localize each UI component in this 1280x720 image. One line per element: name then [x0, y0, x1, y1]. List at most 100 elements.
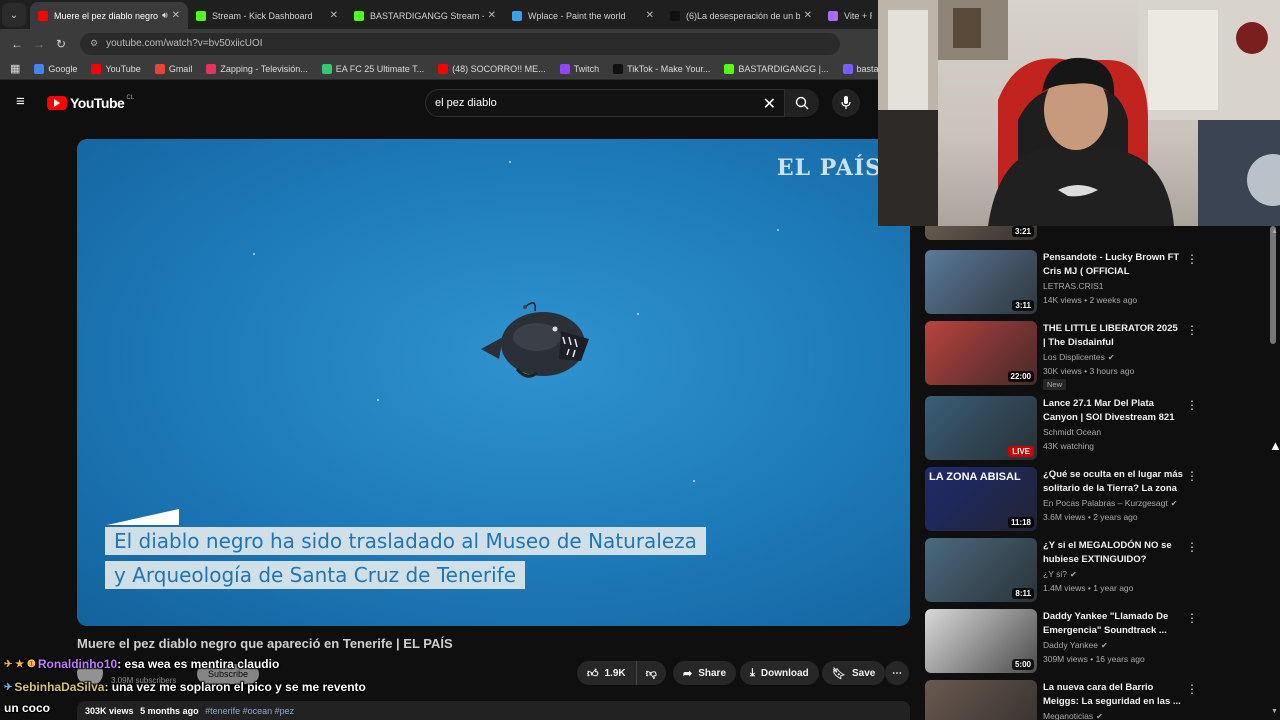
more-actions-button[interactable]: ⋯	[885, 661, 909, 685]
close-tab-icon[interactable]: ✕	[172, 10, 180, 21]
forward-icon[interactable]: →	[28, 37, 50, 51]
more-vertical-icon[interactable]: ⋮	[1186, 398, 1198, 412]
recommended-video-title[interactable]: THE LITTLE LIBERATOR 2025 | The Disdainf…	[1043, 322, 1183, 350]
recommended-video[interactable]: LA ZONA ABISAL 11:18 ¿Qué se oculta en el …	[924, 467, 1264, 531]
recommended-channel[interactable]: Meganoticias ✔	[1043, 711, 1103, 720]
recommended-video-title[interactable]: Lance 27.1 Mar Del Plata Canyon | SOI Di…	[1043, 397, 1183, 425]
description-box[interactable]: 303K views 5 months ago #tenerife #ocean…	[77, 701, 910, 720]
search-button[interactable]	[785, 89, 819, 117]
video-thumbnail[interactable]	[925, 680, 1037, 720]
page-scrollbar-thumb[interactable]	[1270, 226, 1276, 344]
search-input[interactable]: el pez diablo ✕	[425, 89, 785, 117]
voice-search-button[interactable]	[832, 89, 860, 117]
bookmark-label: TikTok - Make Your...	[627, 63, 711, 74]
apps-grid-icon[interactable]: ▦	[10, 62, 20, 75]
bookmark-item[interactable]: YouTube	[91, 63, 141, 74]
video-thumbnail[interactable]: LA ZONA ABISAL 11:18	[925, 467, 1037, 531]
like-button[interactable]: 👍︎ 1.9K	[577, 661, 636, 685]
recommended-video-title[interactable]: Pensandote - Lucky Brown FT Cris MJ ( OF…	[1043, 251, 1183, 279]
recommended-video[interactable]: 5:00 Daddy Yankee "Llamado De Emergencia"…	[924, 609, 1264, 673]
address-bar[interactable]: ⚙ youtube.com/watch?v=bv50xiicUOI	[80, 32, 840, 55]
tab-search-button[interactable]: ⌄	[2, 3, 26, 27]
browser-tab[interactable]: Wplace - Paint the world ✕	[504, 2, 662, 29]
recommended-channel[interactable]: En Pocas Palabras – Kurzgesagt ✔	[1043, 498, 1177, 508]
bookmark-item[interactable]: Twitch	[559, 63, 599, 74]
live-badge: LIVE	[1008, 446, 1034, 457]
bookmark-favicon-icon	[321, 63, 332, 74]
tab-title: (6)La desesperación de un buz	[686, 10, 800, 21]
more-vertical-icon[interactable]: ⋮	[1186, 611, 1198, 625]
browser-tab[interactable]: Muere el pez diablo negro 🔊︎ ✕	[30, 2, 188, 29]
more-vertical-icon[interactable]: ⋮	[1186, 682, 1198, 696]
new-badge: New	[1043, 379, 1067, 390]
close-tab-icon[interactable]: ✕	[330, 10, 338, 21]
recommended-video[interactable]: LIVE Lance 27.1 Mar Del Plata Canyon | SO…	[924, 396, 1264, 460]
video-thumbnail[interactable]: 3:21	[925, 226, 1037, 240]
bookmark-item[interactable]: Gmail	[154, 63, 192, 74]
scroll-down-icon[interactable]: ▼	[1271, 708, 1278, 715]
dislike-button[interactable]: 👎︎	[635, 661, 666, 685]
back-icon[interactable]: ←	[6, 37, 28, 51]
particle	[693, 480, 695, 482]
video-thumbnail[interactable]: 22:00	[925, 321, 1037, 385]
like-dislike-group: 👍︎ 1.9K 👎︎	[577, 661, 666, 685]
share-label: Share	[698, 667, 727, 679]
bookmark-item[interactable]: Google	[34, 63, 77, 74]
more-vertical-icon[interactable]: ⋮	[1186, 323, 1198, 337]
recommended-video-title[interactable]: ¿Y si el MEGALODÓN NO se hubiese EXTINGU…	[1043, 539, 1183, 567]
video-duration: 3:11	[1012, 300, 1034, 311]
recommended-video[interactable]: 3:2112M views • 2 years ago	[924, 226, 1264, 240]
browser-tab[interactable]: (6)La desesperación de un buz ✕	[662, 2, 820, 29]
close-tab-icon[interactable]: ✕	[488, 10, 496, 21]
hashtags[interactable]: #tenerife #ocean #pez	[205, 706, 294, 716]
browser-tab[interactable]: Vite + Rea	[820, 2, 880, 29]
recommended-channel[interactable]: Schmidt Ocean	[1043, 427, 1101, 437]
video-thumbnail[interactable]: 3:11	[925, 250, 1037, 314]
bookmark-favicon-icon	[34, 63, 45, 74]
more-vertical-icon[interactable]: ⋮	[1186, 540, 1198, 554]
tab-audio-icon[interactable]: 🔊︎	[162, 10, 168, 21]
particle	[509, 161, 511, 163]
clear-search-icon[interactable]: ✕	[763, 94, 776, 114]
recommended-video[interactable]: 22:00 THE LITTLE LIBERATOR 2025 | The Dis…	[924, 321, 1264, 390]
bookmark-item[interactable]: Zapping - Televisión...	[206, 63, 308, 74]
tab-title: BASTARDIGANGG Stream - Wa	[370, 10, 484, 21]
recommended-channel[interactable]: Los Displicentes ✔	[1043, 352, 1115, 362]
reload-icon[interactable]: ↻	[50, 37, 72, 51]
recommended-video-title[interactable]: ¿Qué se oculta en el lugar más solitario…	[1043, 468, 1183, 496]
close-tab-icon[interactable]: ✕	[804, 10, 812, 21]
recommended-video-title[interactable]: Daddy Yankee "Llamado De Emergencia" Sou…	[1043, 610, 1183, 638]
browser-tab[interactable]: BASTARDIGANGG Stream - Wa ✕	[346, 2, 504, 29]
video-thumbnail[interactable]: 5:00	[925, 609, 1037, 673]
recommended-video[interactable]: La nueva cara del Barrio Meiggs: La segu…	[924, 680, 1264, 720]
video-thumbnail[interactable]: LIVE	[925, 396, 1037, 460]
chat-badges: ✈	[4, 681, 13, 693]
youtube-logo[interactable]: YouTube CL	[47, 95, 134, 111]
recommended-video-title[interactable]: La nueva cara del Barrio Meiggs: La segu…	[1043, 681, 1183, 709]
menu-icon[interactable]: ≡	[16, 94, 32, 109]
recommended-video[interactable]: 8:11 ¿Y si el MEGALODÓN NO se hubiese EXT…	[924, 538, 1264, 602]
download-button[interactable]: ⤓ Download	[740, 661, 819, 685]
recommended-channel[interactable]: ¿Y si? ✔	[1043, 569, 1077, 579]
share-button[interactable]: ➦ Share	[673, 661, 737, 685]
bookmark-item[interactable]: BASTARDIGANGG |...	[724, 63, 829, 74]
video-thumbnail[interactable]: 8:11	[925, 538, 1037, 602]
recommended-channel[interactable]: Daddy Yankee ✔	[1043, 640, 1108, 650]
scroll-up-icon[interactable]: ▲	[1271, 228, 1278, 235]
save-button[interactable]: 🔖︎ Save	[822, 661, 886, 685]
bookmark-item[interactable]: TikTok - Make Your...	[613, 63, 711, 74]
tab-favicon-icon	[354, 10, 364, 21]
recommended-video[interactable]: 3:11 Pensandote - Lucky Brown FT Cris MJ …	[924, 250, 1264, 314]
video-player[interactable]: EL PAÍS El diablo negro ha sido traslada…	[77, 139, 910, 626]
like-count: 1.9K	[604, 667, 626, 679]
recommended-channel[interactable]: LETRAS.CRIS1	[1043, 281, 1103, 291]
more-horizontal-icon: ⋯	[892, 667, 902, 679]
thumbs-up-icon: 👍︎	[587, 667, 599, 680]
more-vertical-icon[interactable]: ⋮	[1186, 252, 1198, 266]
site-info-icon[interactable]: ⚙	[90, 38, 98, 49]
bookmark-item[interactable]: (48) SOCORRO!! ME...	[438, 63, 546, 74]
bookmark-item[interactable]: EA FC 25 Ultimate T...	[321, 63, 424, 74]
close-tab-icon[interactable]: ✕	[646, 10, 654, 21]
browser-tab[interactable]: Stream - Kick Dashboard ✕	[188, 2, 346, 29]
more-vertical-icon[interactable]: ⋮	[1186, 469, 1198, 483]
